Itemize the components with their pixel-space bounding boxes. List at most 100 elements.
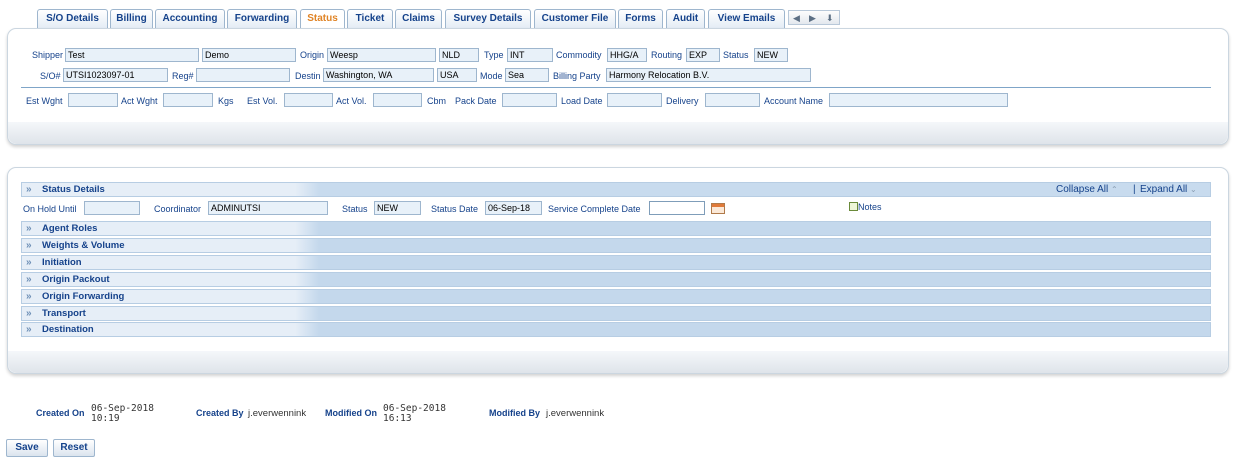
double-chevron-right-icon: » <box>26 308 32 319</box>
tab-claims[interactable]: Claims <box>395 9 442 28</box>
tab-accounting[interactable]: Accounting <box>155 9 225 28</box>
kgs-unit-label: Kgs <box>218 96 234 106</box>
account-name-field[interactable] <box>829 93 1008 107</box>
tab-forms[interactable]: Forms <box>618 9 663 28</box>
routing-label: Routing <box>651 50 683 60</box>
section-label: Agent Roles <box>42 223 98 234</box>
status-detail-label: Status <box>342 204 368 214</box>
billing-party-field[interactable]: Harmony Relocation B.V. <box>606 68 811 82</box>
coordinator-field[interactable]: ADMINUTSI <box>208 201 328 215</box>
double-chevron-right-icon: » <box>26 223 32 234</box>
double-chevron-right-icon: » <box>26 184 32 195</box>
tab-view-emails[interactable]: View Emails <box>708 9 785 28</box>
load-date-field[interactable] <box>607 93 662 107</box>
section-origin-packout[interactable]: » Origin Packout <box>21 272 1211 287</box>
delivery-field[interactable] <box>705 93 760 107</box>
status-details-title: Status Details <box>42 184 105 195</box>
act-wght-field[interactable] <box>163 93 213 107</box>
status-label: Status <box>723 50 749 60</box>
created-on-time: 10:19 <box>91 413 120 424</box>
tab-survey-details[interactable]: Survey Details <box>445 9 531 28</box>
modified-on-time: 16:13 <box>383 413 412 424</box>
scroll-down-icon[interactable]: ⬇ <box>826 11 834 25</box>
origin-city-field[interactable]: Weesp <box>327 48 436 62</box>
section-label: Transport <box>42 308 86 319</box>
commodity-field[interactable]: HHG/A <box>607 48 647 62</box>
shipper-first-name-field[interactable]: Test <box>65 48 199 62</box>
status-date-field[interactable]: 06-Sep-18 <box>485 201 542 215</box>
section-agent-roles[interactable]: » Agent Roles <box>21 221 1211 236</box>
tab-status[interactable]: Status <box>300 9 345 29</box>
pack-date-label: Pack Date <box>455 96 497 106</box>
modified-by-value: j.everwennink <box>546 408 605 419</box>
act-wght-label: Act Wght <box>121 96 158 106</box>
act-vol-field[interactable] <box>373 93 422 107</box>
expand-chevron-icon: ⌄ <box>1190 185 1197 194</box>
service-complete-date-label: Service Complete Date <box>548 204 641 214</box>
destin-city-field[interactable]: Washington, WA <box>323 68 434 82</box>
collapse-all-button[interactable]: Collapse All ⌃ <box>1056 183 1118 196</box>
on-hold-until-label: On Hold Until <box>23 204 77 214</box>
calendar-icon[interactable] <box>711 203 725 214</box>
edit-note-icon <box>849 202 858 211</box>
service-complete-date-field[interactable] <box>649 201 705 215</box>
expand-all-button[interactable]: Expand All ⌄ <box>1140 183 1197 196</box>
collapse-all-label: Collapse All <box>1056 184 1109 195</box>
section-weights-volume[interactable]: » Weights & Volume <box>21 238 1211 253</box>
so-number-label: S/O# <box>40 71 61 81</box>
commodity-label: Commodity <box>556 50 602 60</box>
shipper-last-name-field[interactable]: Demo <box>202 48 296 62</box>
origin-country-field[interactable]: NLD <box>439 48 479 62</box>
section-label: Origin Forwarding <box>42 291 125 302</box>
tab-ticket[interactable]: Ticket <box>347 9 393 28</box>
scroll-left-icon[interactable]: ◀ <box>793 11 800 25</box>
tab-customer-file[interactable]: Customer File <box>534 9 616 28</box>
est-vol-label: Est Vol. <box>247 96 278 106</box>
tab-so-details[interactable]: S/O Details <box>37 9 108 28</box>
header-status-field[interactable]: NEW <box>754 48 788 62</box>
section-label: Initiation <box>42 257 82 268</box>
notes-button[interactable]: Notes <box>849 202 882 212</box>
tab-audit[interactable]: Audit <box>666 9 705 28</box>
est-vol-field[interactable] <box>284 93 333 107</box>
expand-all-label: Expand All <box>1140 184 1188 195</box>
reg-number-field[interactable] <box>196 68 290 82</box>
mode-field[interactable]: Sea <box>505 68 549 82</box>
status-details-header[interactable]: » Status Details Collapse All ⌃ | Expand… <box>21 182 1211 197</box>
status-date-label: Status Date <box>431 204 479 214</box>
save-button[interactable]: Save <box>6 439 48 457</box>
pack-date-field[interactable] <box>502 93 557 107</box>
type-field[interactable]: INT <box>507 48 553 62</box>
toolbar-separator: | <box>1133 184 1136 195</box>
modified-by-label: Modified By <box>489 408 540 418</box>
section-label: Weights & Volume <box>42 240 125 251</box>
section-destination[interactable]: » Destination <box>21 322 1211 337</box>
modified-on-label: Modified On <box>325 408 377 418</box>
so-number-field[interactable]: UTSI1023097-01 <box>63 68 168 82</box>
routing-field[interactable]: EXP <box>686 48 720 62</box>
double-chevron-right-icon: » <box>26 257 32 268</box>
double-chevron-right-icon: » <box>26 240 32 251</box>
section-transport[interactable]: » Transport <box>21 306 1211 321</box>
est-wght-label: Est Wght <box>26 96 63 106</box>
section-initiation[interactable]: » Initiation <box>21 255 1211 270</box>
scroll-right-icon[interactable]: ▶ <box>809 11 816 25</box>
tab-forwarding[interactable]: Forwarding <box>227 9 297 28</box>
status-detail-field[interactable]: NEW <box>374 201 421 215</box>
section-label: Origin Packout <box>42 274 110 285</box>
coordinator-label: Coordinator <box>154 204 202 214</box>
type-label: Type <box>484 50 504 60</box>
notes-label: Notes <box>858 202 882 212</box>
tab-billing[interactable]: Billing <box>110 9 153 28</box>
reset-button[interactable]: Reset <box>53 439 95 457</box>
header-divider <box>21 87 1211 88</box>
est-wght-field[interactable] <box>68 93 118 107</box>
destin-country-field[interactable]: USA <box>437 68 477 82</box>
panel-footer-bar <box>8 122 1228 144</box>
origin-label: Origin <box>300 50 325 60</box>
double-chevron-right-icon: » <box>26 274 32 285</box>
reg-label: Reg# <box>172 71 194 81</box>
shipper-label: Shipper <box>32 50 64 60</box>
section-origin-forwarding[interactable]: » Origin Forwarding <box>21 289 1211 304</box>
on-hold-until-field[interactable] <box>84 201 140 215</box>
